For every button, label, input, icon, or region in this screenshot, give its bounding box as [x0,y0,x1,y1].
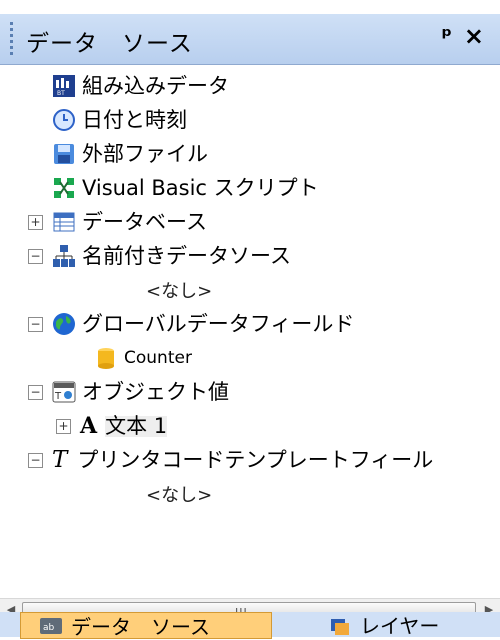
collapse-toggle[interactable]: − [28,316,43,332]
tree-item-label: プリンタコードテンプレートフィール [77,447,434,472]
tree-item-label: 名前付きデータソース [82,243,291,268]
tab-data-source[interactable]: ab データ ソース [20,612,272,639]
tree-item-external-file[interactable]: 外部ファイル [52,137,208,171]
tree-item-text-object[interactable]: + A 文本 1 [56,409,168,443]
tree-item-global-data-fields[interactable]: − グローバルデータフィールド [28,307,354,341]
tree-item-printer-code-template-fields[interactable]: − T プリンタコードテンプレートフィール [28,443,433,477]
tab-layer[interactable]: レイヤー [300,612,490,638]
tree-item-label: グローバルデータフィールド [82,311,355,336]
panel-title-bar[interactable]: データ ソース ᵖ × [0,14,500,65]
pin-button[interactable]: ᵖ [441,24,452,49]
expand-toggle[interactable]: + [28,214,43,230]
tree-item-object-values[interactable]: − T オブジェクト値 [28,375,229,409]
tab-label: レイヤー [360,614,440,638]
collapse-toggle[interactable]: − [28,452,43,468]
builtin-data-icon: BT [52,74,76,98]
data-source-panel: データ ソース ᵖ × BT 組み込みデータ 日付と時刻 外部ファイル Visu… [0,0,500,639]
tree-item-counter[interactable]: Counter [94,341,192,375]
tree-item-label: 日付と時刻 [82,107,187,132]
database-icon [52,210,76,234]
tree-item-builtin-data[interactable]: BT 組み込みデータ [52,69,229,103]
text-object-icon: A [80,413,98,439]
panel-title: データ ソース [26,31,193,57]
collapse-toggle[interactable]: − [28,248,43,264]
tree-item-label: 外部ファイル [82,141,208,166]
none-placeholder: <なし> [146,281,213,302]
data-source-tab-icon: ab [39,614,63,638]
cylinder-icon [94,346,118,370]
drag-grip[interactable] [10,22,13,56]
tree-item-label: 組み込みデータ [82,73,229,98]
none-placeholder: <なし> [146,485,213,506]
tree-item-label: Counter [124,347,192,368]
tree-item-date-time[interactable]: 日付と時刻 [52,103,187,137]
expand-toggle[interactable]: + [56,418,71,434]
vb-script-icon [52,176,76,200]
printer-code-icon: T [52,447,68,473]
named-source-icon [52,244,76,268]
close-button[interactable]: × [464,22,484,50]
tree-item-none: <なし> [146,273,212,307]
svg-text:ab: ab [43,623,55,633]
data-source-tree[interactable]: BT 組み込みデータ 日付と時刻 外部ファイル Visual Basic スクリ… [0,64,500,598]
external-file-icon [52,142,76,166]
clock-icon [52,108,76,132]
globe-icon [52,312,76,336]
tree-item-label: オブジェクト値 [82,379,229,404]
tab-label: データ ソース [71,615,210,639]
svg-text:T: T [54,391,62,402]
tree-item-vb-script[interactable]: Visual Basic スクリプト [52,171,319,205]
tree-item-named-data-source[interactable]: − 名前付きデータソース [28,239,291,273]
panel-tab-strip: ab データ ソース レイヤー [0,612,500,639]
tree-item-label: データベース [82,209,207,234]
tree-item-label: Visual Basic スクリプト [82,175,319,200]
svg-text:BT: BT [57,90,65,97]
layer-icon [328,613,352,637]
tree-item-label: 文本 1 [105,413,168,438]
collapse-toggle[interactable]: − [28,384,43,400]
object-value-icon: T [52,380,76,404]
tree-item-database[interactable]: + データベース [28,205,207,239]
tree-item-none: <なし> [146,477,212,511]
